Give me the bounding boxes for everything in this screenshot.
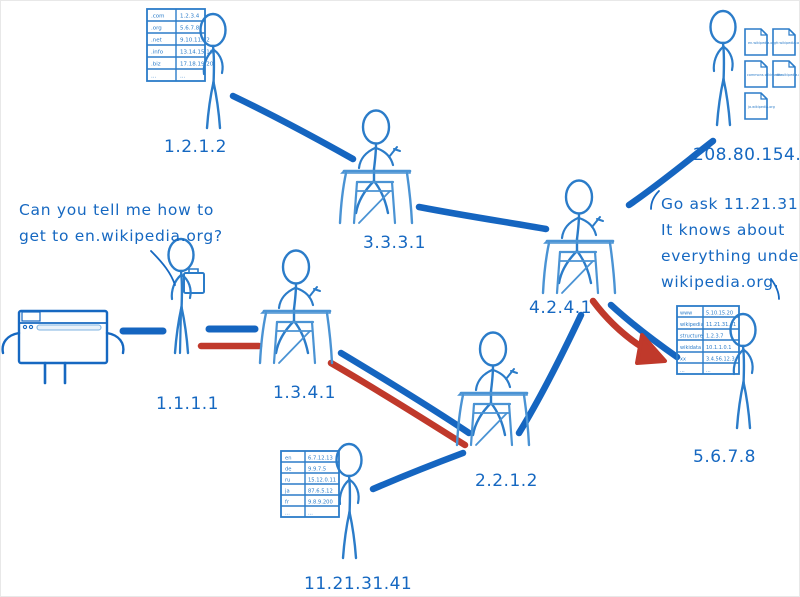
svg-text:...: ... — [180, 74, 185, 80]
svg-text:10.1.1.0.1: 10.1.1.0.1 — [706, 345, 731, 351]
node-client-resolver — [167, 237, 205, 355]
node-hop-4241 — [541, 179, 617, 295]
svg-text:.info: .info — [151, 50, 164, 56]
svg-text:.net: .net — [151, 38, 163, 44]
client-question-line-2: get to en.wikipedia.org? — [19, 227, 223, 245]
link-1341-to-2212-red — [327, 359, 469, 449]
link-root-to-3331 — [229, 92, 357, 163]
svg-text:1.2.3.7: 1.2.3.7 — [706, 334, 724, 340]
diagram-canvas: .com 1.2.3.4 .org 5.6.7.8 .net 9.10.11.1… — [0, 0, 800, 597]
speech-tld-answer: Go ask 11.21.31.41. It knows about every… — [661, 191, 800, 295]
node-tld-server: en 6.7.12.13 de 9.9.7.5 ru 15.12.0.11 ja… — [280, 442, 363, 560]
svg-text:de: de — [285, 467, 291, 473]
svg-text:13.14.15.16: 13.14.15.16 — [180, 50, 214, 56]
label-root-server: 1.2.1.2 — [164, 137, 227, 157]
svg-text:15.12.0.11: 15.12.0.11 — [308, 478, 336, 484]
authoritative-table-text: www 5.10.15.20 wikipedia 11.21.31.41 str… — [680, 311, 736, 375]
label-hop-2212: 2.2.1.2 — [475, 471, 538, 491]
doc-1: en.wikipedia.org — [744, 28, 776, 56]
svg-text:www: www — [680, 311, 692, 317]
doc-4: de.wikipedia.org — [772, 60, 800, 88]
svg-text:en: en — [285, 456, 291, 462]
svg-text:fr.wikipedia.org: fr.wikipedia.org — [776, 41, 800, 45]
label-hop-4241: 4.2.4.1 — [529, 298, 592, 318]
svg-text:5.10.15.20: 5.10.15.20 — [706, 311, 733, 317]
svg-text:wikipedia: wikipedia — [680, 322, 704, 328]
svg-text:6.7.12.13: 6.7.12.13 — [308, 456, 333, 462]
svg-text:...: ... — [680, 368, 685, 374]
link-1341-to-2212-blue — [337, 349, 473, 437]
client-question-line-1: Can you tell me how to — [19, 201, 215, 219]
tld-zone-table: en 6.7.12.13 de 9.9.7.5 ru 15.12.0.11 ja… — [280, 450, 340, 518]
label-client-resolver: 1.1.1.1 — [156, 394, 219, 414]
svg-text:de.wikipedia.org: de.wikipedia.org — [776, 73, 800, 77]
svg-text:ja: ja — [284, 489, 290, 495]
label-hop-3331: 3.3.3.1 — [363, 233, 426, 253]
svg-text:17.18.19.20: 17.18.19.20 — [180, 62, 214, 68]
svg-text:.biz: .biz — [151, 62, 161, 68]
label-recursive-1: 1.3.4.1 — [273, 383, 336, 403]
svg-text:...: ... — [706, 368, 711, 374]
label-wikipedia-host: 208.80.154.224 — [693, 145, 799, 165]
svg-text:wikidata: wikidata — [680, 345, 701, 351]
svg-text:ja.wikipedia.org: ja.wikipedia.org — [747, 105, 775, 109]
svg-text:xx: xx — [680, 357, 686, 363]
document-grid: en.wikipedia.org fr.wikipedia.org common… — [744, 28, 800, 120]
node-authoritative-server: www 5.10.15.20 wikipedia 11.21.31.41 str… — [676, 305, 757, 430]
svg-text:9.8.9.200: 9.8.9.200 — [308, 500, 333, 506]
svg-text:1.2.3.4: 1.2.3.4 — [180, 14, 200, 20]
dns-diagram-svg: .com 1.2.3.4 .org 5.6.7.8 .net 9.10.11.1… — [1, 8, 800, 560]
svg-text:...: ... — [308, 511, 313, 517]
link-2212-to-4241 — [515, 311, 585, 437]
node-recursive-1 — [258, 249, 334, 365]
svg-text:.org: .org — [151, 26, 162, 32]
svg-text:3.4.56.12.3: 3.4.56.12.3 — [706, 357, 735, 363]
svg-text:fr: fr — [285, 500, 290, 506]
node-wikipedia-host: en.wikipedia.org fr.wikipedia.org common… — [709, 9, 800, 127]
authoritative-zone-table: www 5.10.15.20 wikipedia 11.21.31.41 str… — [676, 305, 740, 375]
doc-5: ja.wikipedia.org — [744, 92, 775, 120]
svg-text:structure: structure — [680, 334, 703, 340]
tld-answer-line-4: wikipedia.org. — [661, 273, 780, 291]
tld-answer-line-3: everything under — [661, 247, 800, 265]
tld-answer-line-2: It knows about — [661, 221, 786, 239]
tld-answer-pointer — [650, 190, 660, 210]
node-root-server: .com 1.2.3.4 .org 5.6.7.8 .net 9.10.11.1… — [146, 8, 227, 130]
doc-2: fr.wikipedia.org — [772, 28, 800, 56]
link-2212-to-tld — [369, 449, 467, 493]
tld-answer-line-1: Go ask 11.21.31.41. — [661, 195, 799, 213]
svg-text:...: ... — [285, 511, 290, 517]
client-question-pointer — [150, 250, 176, 286]
speech-client-question: Can you tell me how to get to en.wikiped… — [19, 197, 223, 249]
svg-text:87.6.5.12: 87.6.5.12 — [308, 489, 333, 495]
tld-table-text: en 6.7.12.13 de 9.9.7.5 ru 15.12.0.11 ja… — [284, 456, 336, 517]
svg-text:...: ... — [151, 74, 156, 80]
svg-text:ru: ru — [285, 478, 290, 484]
browser-window-character — [1, 309, 125, 385]
svg-text:9.9.7.5: 9.9.7.5 — [308, 467, 326, 473]
svg-text:5.6.7.8: 5.6.7.8 — [180, 26, 200, 32]
link-3331-to-4241 — [415, 203, 550, 233]
svg-text:9.10.11.12: 9.10.11.12 — [180, 38, 210, 44]
label-authoritative-server: 5.6.7.8 — [693, 447, 756, 467]
svg-text:.com: .com — [151, 14, 165, 20]
svg-text:en.wikipedia.org: en.wikipedia.org — [748, 41, 776, 45]
node-hop-3331 — [338, 109, 414, 225]
label-tld-server: 11.21.31.41 — [304, 574, 413, 594]
svg-text:11.21.31.41: 11.21.31.41 — [706, 322, 736, 328]
